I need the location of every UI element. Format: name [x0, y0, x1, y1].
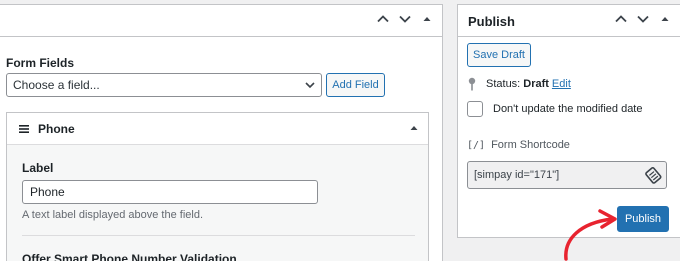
divider	[22, 235, 415, 236]
shortcode-value: [simpay id="171"]	[474, 169, 560, 181]
chevron-down-icon	[305, 82, 315, 89]
status-value: Draft	[523, 78, 549, 90]
label-input[interactable]: Phone	[22, 180, 318, 204]
chevron-up-icon[interactable]	[376, 12, 390, 26]
label-field-title: Label	[22, 161, 54, 175]
add-field-button[interactable]: Add Field	[326, 73, 385, 97]
field-type-select[interactable]: Choose a field...	[6, 73, 322, 97]
shortcode-label-row: [/] Form Shortcode	[467, 139, 570, 151]
annotation-arrow-icon	[564, 209, 617, 261]
publish-panel-title: Publish	[468, 14, 515, 29]
menu-icon[interactable]	[19, 124, 29, 134]
save-draft-button[interactable]: Save Draft	[467, 43, 531, 67]
shortcode-icon: [/]	[467, 139, 486, 151]
status-edit-link[interactable]: Edit	[552, 78, 571, 90]
triangle-up-icon[interactable]	[410, 124, 418, 132]
panel-controls	[376, 12, 434, 26]
field-type-select-value: Choose a field...	[13, 78, 100, 92]
publish-button[interactable]: Publish	[617, 206, 669, 232]
clipboard-icon[interactable]	[644, 166, 662, 184]
form-fields-panel: Form Fields Choose a field... Add Field …	[0, 4, 443, 261]
shortcode-field[interactable]: [simpay id="171"]	[467, 161, 667, 189]
triangle-up-icon[interactable]	[420, 12, 434, 26]
form-fields-title: Form Fields	[6, 56, 75, 70]
panel-controls	[614, 12, 672, 26]
field-card-title: Phone	[38, 122, 75, 136]
field-card-header[interactable]: Phone	[7, 113, 428, 145]
triangle-up-icon[interactable]	[658, 12, 672, 26]
chevron-down-icon[interactable]	[636, 12, 650, 26]
modified-date-row: Don't update the modified date	[467, 101, 642, 117]
chevron-down-icon[interactable]	[398, 12, 412, 26]
chevron-up-icon[interactable]	[614, 12, 628, 26]
form-fields-panel-header	[0, 5, 442, 37]
label-help-text: A text label displayed above the field.	[22, 209, 204, 221]
phone-field-card: Phone Label Phone A text label displayed…	[6, 112, 429, 261]
modified-date-checkbox[interactable]	[467, 101, 483, 117]
status-row: Status: Draft Edit	[467, 77, 571, 91]
validation-option-title: Offer Smart Phone Number Validation	[22, 252, 237, 261]
shortcode-label: Form Shortcode	[491, 139, 570, 151]
publish-panel: Publish Save Draft Status: Draft Edit Do…	[457, 4, 680, 238]
publish-panel-header: Publish	[458, 5, 680, 37]
pin-icon	[468, 77, 476, 91]
status-label: Status:	[486, 78, 521, 90]
modified-date-label: Don't update the modified date	[493, 103, 643, 115]
